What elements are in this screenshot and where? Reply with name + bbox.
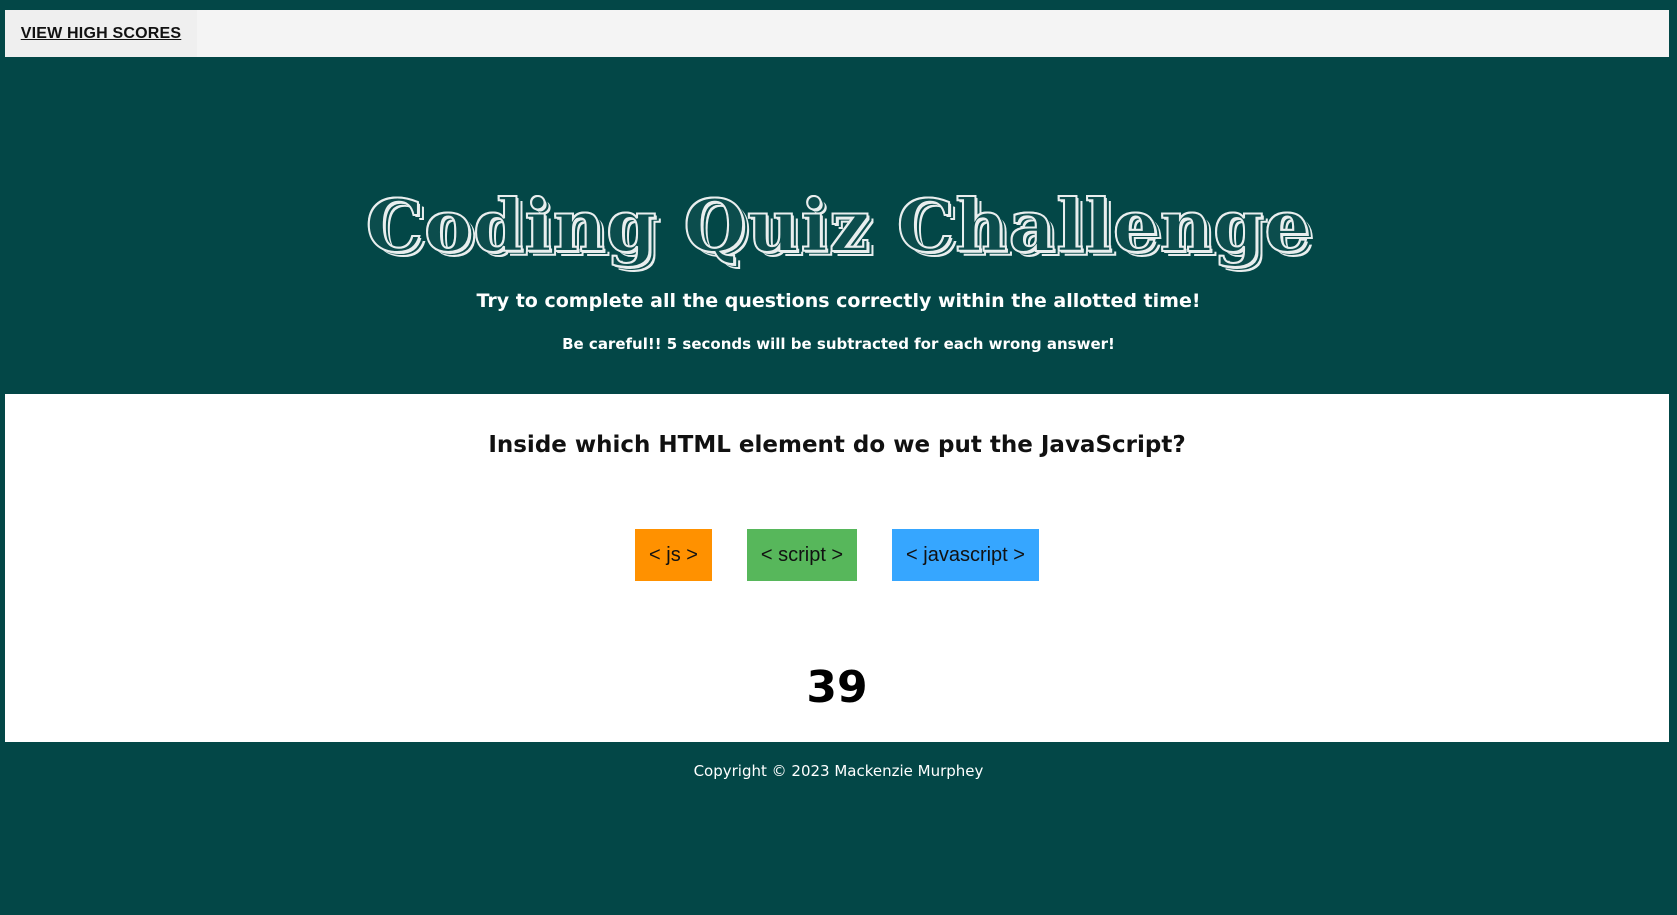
top-bar: VIEW HIGH SCORES bbox=[5, 10, 1669, 57]
answer-button-js[interactable]: < js > bbox=[635, 529, 712, 581]
penalty-warning-text: Be careful!! 5 seconds will be subtracte… bbox=[562, 335, 1115, 353]
countdown-timer: 39 bbox=[806, 662, 868, 713]
instructions-text: Try to complete all the questions correc… bbox=[476, 290, 1201, 312]
view-high-scores-link[interactable]: VIEW HIGH SCORES bbox=[5, 10, 197, 57]
question-text: Inside which HTML element do we put the … bbox=[488, 432, 1186, 458]
footer-copyright: Copyright © 2023 Mackenzie Murphey bbox=[693, 762, 984, 780]
quiz-panel: Inside which HTML element do we put the … bbox=[5, 394, 1669, 742]
answer-button-javascript[interactable]: < javascript > bbox=[892, 529, 1039, 581]
answer-button-script[interactable]: < script > bbox=[747, 529, 857, 581]
page-title: Coding Quiz Challenge bbox=[365, 182, 1312, 269]
